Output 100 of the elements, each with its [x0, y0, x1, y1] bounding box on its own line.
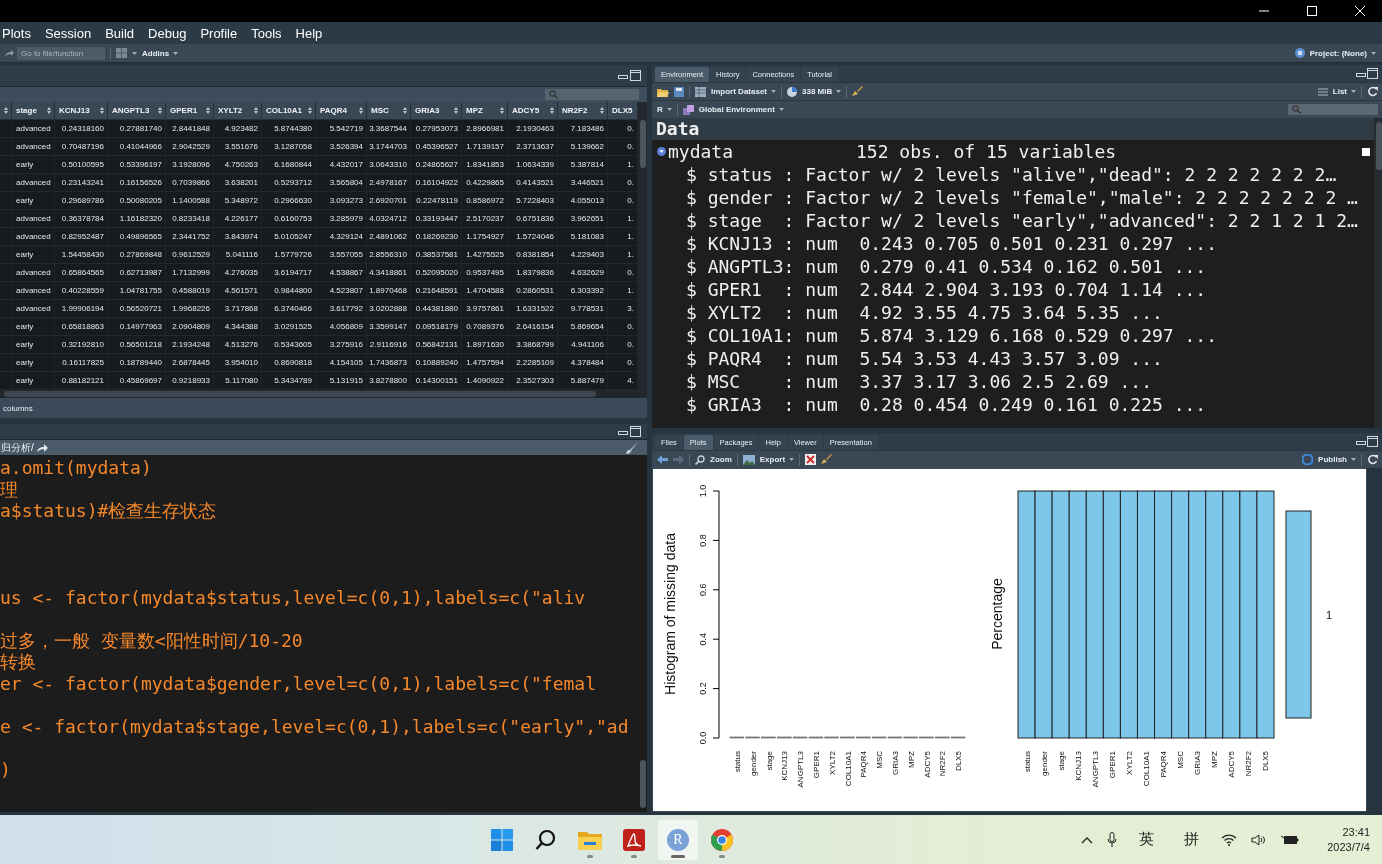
column-header[interactable]: ADCY5 — [508, 102, 558, 120]
arrow-icon — [4, 48, 14, 58]
table-cell: 0.5343605 — [262, 336, 316, 353]
column-header[interactable]: KCNJ13 — [55, 102, 108, 120]
input-method-indicator[interactable]: 英 — [1139, 830, 1155, 849]
table-cell: 9.778531 — [558, 300, 608, 317]
code-line: e <- factor(mydata$stage,level=c(0,1),labels=c("early","ad — [0, 716, 630, 738]
minimize-pane-icon[interactable] — [618, 428, 628, 435]
table-cell: 4.941106 — [558, 336, 608, 353]
go-to-file-field[interactable]: Go to file/function — [17, 46, 105, 60]
save-icon[interactable] — [674, 86, 684, 97]
language-dropdown[interactable]: R — [657, 105, 672, 114]
menu-item[interactable]: Debug — [148, 25, 187, 41]
table-view-icon[interactable] — [1362, 147, 1370, 156]
category-label: status — [1022, 751, 1032, 773]
speaker-icon[interactable] — [1251, 833, 1268, 846]
broom-icon[interactable] — [852, 86, 864, 97]
column-header[interactable]: ANGPTL3 — [108, 102, 166, 120]
table-cell: 3.557055 — [316, 246, 367, 263]
arrow-icon[interactable] — [36, 443, 48, 452]
category-label: COL10A1 — [1142, 751, 1151, 787]
scrollbar-thumb[interactable] — [639, 760, 646, 808]
minimize-pane-icon[interactable] — [1356, 70, 1366, 77]
menu-item[interactable]: Profile — [200, 25, 238, 41]
column-header[interactable] — [0, 102, 12, 120]
export-button[interactable]: Export — [759, 455, 795, 464]
status-text: columns — [3, 403, 33, 413]
broom-icon[interactable] — [821, 454, 833, 465]
code-line: 过多，一般 变量数<阳性时间/10-20 — [0, 629, 304, 652]
scrollbar-thumb[interactable] — [4, 391, 596, 397]
column-header[interactable]: XYLT2 — [214, 102, 262, 120]
minimize-pane-icon[interactable] — [618, 72, 628, 79]
category-label: NR2F2 — [1244, 751, 1254, 777]
maximize-icon[interactable] — [1306, 5, 1318, 17]
battery-icon[interactable] — [1281, 833, 1300, 846]
column-header[interactable]: NR2F2 — [558, 102, 608, 120]
object-name[interactable]: mydata — [668, 140, 854, 163]
menu-item[interactable]: Plots — [2, 25, 31, 41]
folder-icon — [578, 829, 602, 850]
category-label: stage — [764, 751, 774, 771]
environment-dropdown[interactable]: Global Environment — [698, 105, 784, 114]
menu-item[interactable]: Tools — [251, 25, 282, 41]
table-cell: 5.348972 — [214, 192, 262, 209]
table-cell: 0.36378784 — [55, 210, 108, 227]
import-dataset-button[interactable]: Import Dataset — [711, 87, 776, 96]
maximize-pane-icon[interactable] — [1367, 436, 1378, 447]
project-button[interactable]: Project: (None) — [1309, 48, 1376, 58]
column-header[interactable]: GPER1 — [166, 102, 214, 120]
table-cell: 0.62713987 — [108, 264, 166, 281]
scrollbar-thumb[interactable] — [1376, 122, 1382, 170]
table-cell: 3.1287058 — [262, 138, 316, 155]
table-cell: 2.0904809 — [166, 318, 214, 335]
input-method-indicator[interactable]: 拼 — [1184, 830, 1200, 849]
table-cell: advanced — [12, 210, 55, 227]
collapse-icon[interactable] — [657, 147, 666, 156]
caret-icon — [771, 90, 776, 93]
caret-icon — [1371, 51, 1376, 55]
menu-item[interactable]: Build — [105, 25, 135, 41]
maximize-pane-icon[interactable] — [630, 70, 641, 81]
memory-usage-button[interactable]: 338 MiB — [802, 87, 842, 96]
table-cell: 5.139662 — [558, 138, 608, 155]
menu-item[interactable]: Help — [295, 25, 323, 41]
microphone-icon[interactable] — [1107, 831, 1118, 848]
table-cell: 0.32192810 — [55, 336, 108, 353]
back-arrow-icon[interactable] — [657, 455, 668, 464]
column-header[interactable]: PAQR4 — [316, 102, 367, 120]
column-header[interactable]: COL10A1 — [262, 102, 316, 120]
minimize-pane-icon[interactable] — [1356, 438, 1366, 445]
legend-label: 1 — [1326, 609, 1333, 621]
table-cell: 1.8971630 — [462, 336, 508, 353]
clock[interactable]: 23:41 2023/7/4 — [1327, 824, 1370, 855]
zoom-button[interactable]: Zoom — [710, 455, 732, 464]
publish-button[interactable]: Publish — [1318, 455, 1356, 464]
refresh-icon[interactable] — [1367, 86, 1378, 97]
addins-button[interactable]: Addins — [142, 48, 179, 58]
search-field[interactable] — [1288, 104, 1378, 115]
category-label: stage — [1056, 751, 1066, 771]
table-cell: 0.8233418 — [166, 210, 214, 227]
wifi-icon[interactable] — [1221, 833, 1238, 846]
close-icon[interactable] — [1354, 5, 1366, 17]
variable-summary: $ KCNJ13 : num 0.243 0.705 0.501 0.231 0.297 ... — [686, 232, 1217, 255]
sort-icon — [550, 107, 554, 114]
sort-icon — [308, 107, 312, 114]
pdf-icon — [623, 828, 645, 851]
scrollbar-thumb[interactable] — [639, 120, 646, 168]
maximize-pane-icon[interactable] — [630, 426, 641, 437]
column-header[interactable]: MSC — [367, 102, 411, 120]
column-header[interactable]: stage — [12, 102, 55, 120]
chevron-up-icon[interactable] — [1081, 835, 1094, 844]
category-label: ADCY5 — [1227, 751, 1237, 778]
delete-icon[interactable] — [805, 454, 817, 465]
column-header[interactable]: GRIA3 — [411, 102, 462, 120]
maximize-pane-icon[interactable] — [1367, 68, 1378, 79]
search-field[interactable] — [545, 89, 639, 100]
folder-icon[interactable] — [657, 86, 669, 97]
column-header[interactable]: MPZ — [462, 102, 508, 120]
view-mode-button[interactable]: List — [1332, 87, 1356, 96]
refresh-icon[interactable] — [1367, 454, 1378, 465]
table-cell: 3.1744703 — [367, 138, 411, 155]
menu-item[interactable]: Session — [44, 25, 92, 41]
